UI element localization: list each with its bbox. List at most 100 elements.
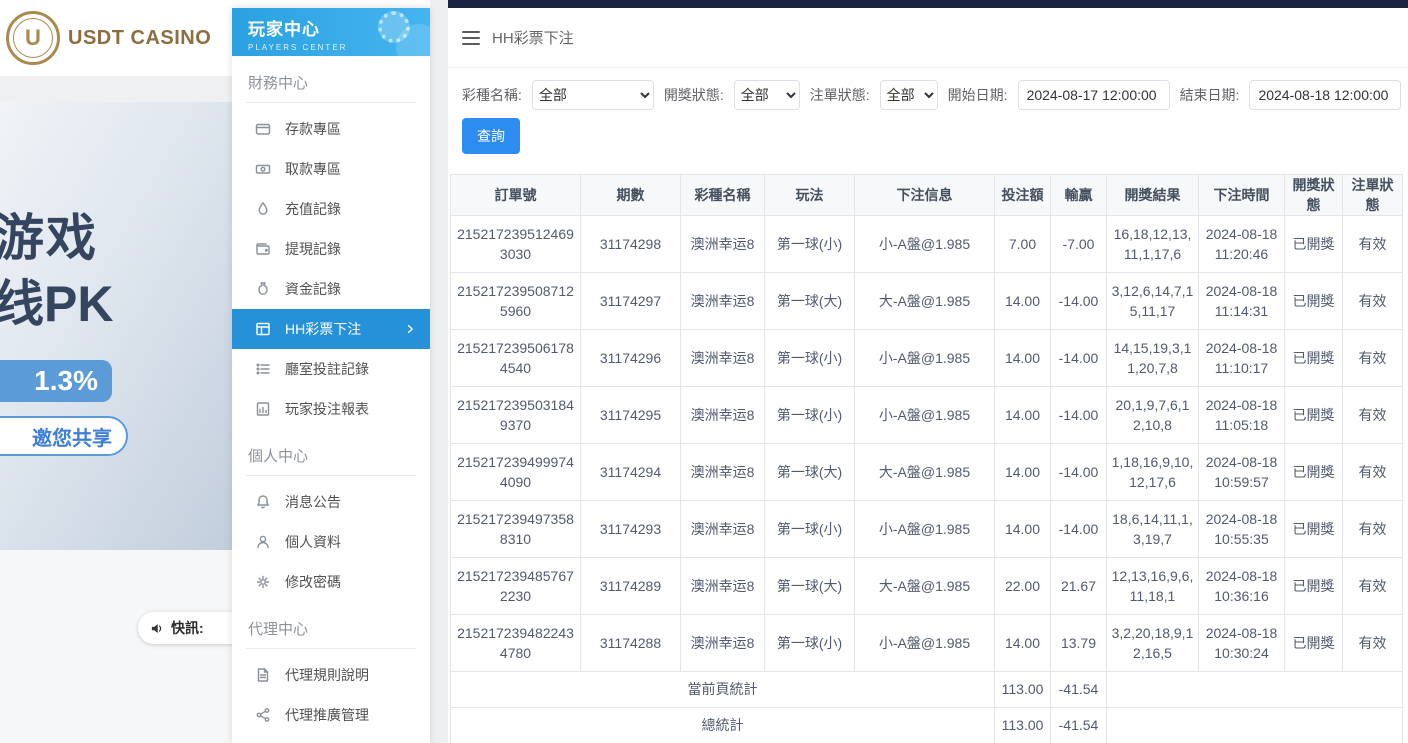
bets-table: 訂單號期數彩種名稱玩法下注信息投注額輸贏開獎結果下注時間開獎狀態注單狀態 215… <box>450 174 1403 743</box>
promo-invite-pill[interactable]: 邀您共享 <box>0 416 128 456</box>
table-cell: 澳洲幸运8 <box>681 216 765 273</box>
query-button[interactable]: 查詢 <box>462 118 520 154</box>
table-cell: 有效 <box>1343 216 1403 273</box>
table-cell: 2152172394857672230 <box>451 558 581 615</box>
menu-toggle-icon[interactable] <box>462 31 480 45</box>
sidebar-section-title: 個人中心 <box>246 429 416 476</box>
table-cell: 已開獎 <box>1285 330 1343 387</box>
room-bet-record-icon <box>255 361 271 377</box>
table-cell: 14.00 <box>995 444 1051 501</box>
sidebar-item[interactable]: 充值記錄 <box>232 189 430 229</box>
summary-row: 總統計113.00-41.54 <box>451 708 1403 743</box>
sidebar-item[interactable]: 個人資料 <box>232 522 430 562</box>
table-cell: -14.00 <box>1051 501 1107 558</box>
ticker-label: 快訊: <box>171 618 204 638</box>
profile-icon <box>255 534 271 550</box>
table-cell: 31174297 <box>581 273 681 330</box>
sidebar-item[interactable]: 玩家投注報表 <box>232 389 430 429</box>
sidebar-item-label: 提現記錄 <box>285 239 341 259</box>
summary-bet-total: 113.00 <box>995 708 1051 743</box>
sidebar-item[interactable]: 代理規則說明 <box>232 655 430 695</box>
sidebar-item[interactable]: 提現記錄 <box>232 229 430 269</box>
sidebar-item[interactable]: 廳室投註記錄 <box>232 349 430 389</box>
table-cell: 第一球(小) <box>765 387 855 444</box>
lottery-bet-icon <box>255 321 271 337</box>
site-header: U USDT CASINO <box>0 0 232 76</box>
column-header: 下注時間 <box>1199 175 1285 216</box>
table-cell: 已開獎 <box>1285 615 1343 672</box>
content-header: HH彩票下注 <box>448 8 1408 68</box>
table-cell: 澳洲幸运8 <box>681 273 765 330</box>
sidebar-item[interactable]: 修改密碼 <box>232 562 430 602</box>
document-icon <box>255 667 271 683</box>
column-header: 玩法 <box>765 175 855 216</box>
table-cell: 14.00 <box>995 387 1051 444</box>
recharge-record-icon <box>255 201 271 217</box>
table-cell: 2152172394822434780 <box>451 615 581 672</box>
lottery-name-label: 彩種名稱: <box>462 85 522 105</box>
draw-status-select[interactable]: 全部 <box>734 80 800 110</box>
table-row: 215217239497358831031174293澳洲幸运8第一球(小)小-… <box>451 501 1403 558</box>
page-background-strip <box>0 76 232 102</box>
sidebar-item[interactable]: 存款專區 <box>232 109 430 149</box>
table-cell: 2024-08-18 10:36:16 <box>1199 558 1285 615</box>
promo-headline-1: 游戏 <box>0 198 98 270</box>
column-header: 開獎結果 <box>1107 175 1199 216</box>
table-cell: 已開獎 <box>1285 444 1343 501</box>
end-date-input[interactable] <box>1249 80 1401 110</box>
promo-banner: 游戏 线PK 1.3% 邀您共享 <box>0 102 232 550</box>
table-cell: 2152172395124693030 <box>451 216 581 273</box>
table-cell: 有效 <box>1343 615 1403 672</box>
column-header: 彩種名稱 <box>681 175 765 216</box>
summary-label: 總統計 <box>451 708 995 743</box>
end-date-label: 結束日期: <box>1180 85 1240 105</box>
sidebar-item[interactable]: HH彩票下注 <box>232 309 430 349</box>
summary-empty <box>1107 672 1403 708</box>
filter-actions: 查詢 <box>462 118 1402 154</box>
order-status-select[interactable]: 全部 <box>880 80 938 110</box>
sidebar-item-label: 個人資料 <box>285 532 341 552</box>
sidebar-item[interactable]: 代理推廣管理 <box>232 695 430 735</box>
draw-status-label: 開獎狀態: <box>664 85 724 105</box>
player-report-icon <box>255 401 271 417</box>
column-header: 投注額 <box>995 175 1051 216</box>
table-cell: 14.00 <box>995 615 1051 672</box>
sidebar-item-label: 消息公告 <box>285 492 341 512</box>
table-cell: 1,18,16,9,10,12,17,6 <box>1107 444 1199 501</box>
table-cell: 31174294 <box>581 444 681 501</box>
summary-label: 當前頁統計 <box>451 672 995 708</box>
site-top-bar <box>448 0 1408 8</box>
sidebar-item-label: 廳室投註記錄 <box>285 359 369 379</box>
sidebar-item-label: 充值記錄 <box>285 199 341 219</box>
sidebar-item-label: 代理推廣管理 <box>285 705 369 725</box>
table-cell: 18,6,14,11,1,3,19,7 <box>1107 501 1199 558</box>
table-row: 215217239482243478031174288澳洲幸运8第一球(小)小-… <box>451 615 1403 672</box>
table-cell: 31174289 <box>581 558 681 615</box>
summary-winloss-total: -41.54 <box>1051 672 1107 708</box>
table-cell: -14.00 <box>1051 330 1107 387</box>
table-cell: 3,12,6,14,7,15,11,17 <box>1107 273 1199 330</box>
brand-name: USDT CASINO <box>68 27 211 50</box>
table-cell: 21.67 <box>1051 558 1107 615</box>
table-cell: 第一球(小) <box>765 330 855 387</box>
table-cell: 第一球(大) <box>765 558 855 615</box>
table-cell: 澳洲幸运8 <box>681 558 765 615</box>
promo-rate-badge: 1.3% <box>0 360 112 402</box>
sidebar-item-label: 資金記錄 <box>285 279 341 299</box>
table-cell: -14.00 <box>1051 273 1107 330</box>
sidebar-item[interactable]: 消息公告 <box>232 482 430 522</box>
table-cell: 14.00 <box>995 273 1051 330</box>
news-ticker[interactable]: 快訊: <box>138 612 242 644</box>
table-cell: 2024-08-18 11:20:46 <box>1199 216 1285 273</box>
lottery-name-select[interactable]: 全部 <box>532 80 654 110</box>
table-cell: 小-A盤@1.985 <box>855 387 995 444</box>
casino-logo-icon[interactable]: U <box>6 11 60 65</box>
table-cell: -14.00 <box>1051 387 1107 444</box>
sidebar-item-label: 存款專區 <box>285 119 341 139</box>
table-cell: 有效 <box>1343 387 1403 444</box>
start-date-input[interactable] <box>1018 80 1170 110</box>
table-cell: 3,2,20,18,9,12,16,5 <box>1107 615 1199 672</box>
table-cell: 2152172395061784540 <box>451 330 581 387</box>
sidebar-item[interactable]: 取款專區 <box>232 149 430 189</box>
sidebar-item[interactable]: 資金記錄 <box>232 269 430 309</box>
